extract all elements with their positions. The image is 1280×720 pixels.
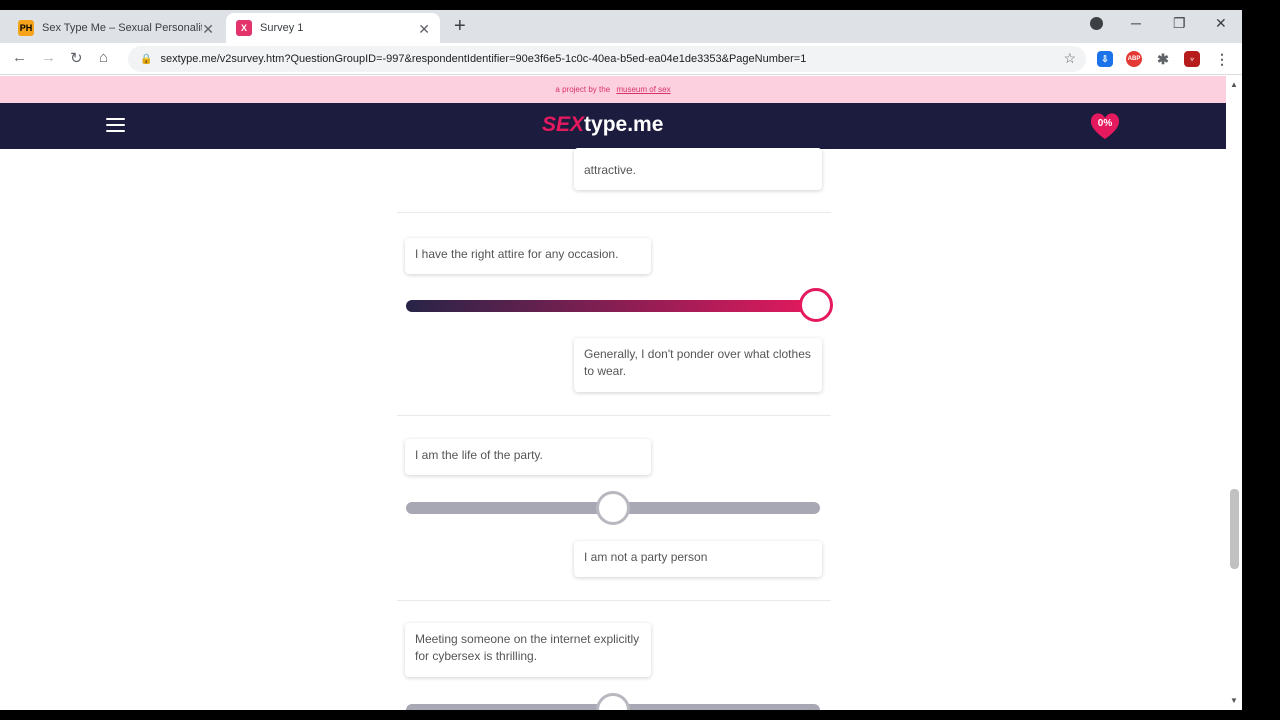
scroll-down-icon[interactable]: ▼ [1230,696,1238,705]
statement-text: I am the life of the party. [415,448,543,462]
new-tab-icon[interactable]: + [454,15,466,38]
minimize-icon[interactable]: ─ [1131,15,1141,31]
sextype-favicon-icon: X [236,20,252,36]
page-scrollbar[interactable]: ▲ ▼ [1227,76,1242,710]
url-text: sextype.me/v2survey.htm?QuestionGroupID=… [160,53,807,65]
home-icon[interactable]: ⌂ [99,49,108,66]
question-divider [397,415,831,416]
menu-kebab-icon[interactable]: ⋮ [1214,51,1230,67]
slider-knob[interactable] [596,693,630,710]
extension-avatar-icon[interactable]: ♆ [1184,51,1200,67]
tab-strip: PH Sex Type Me – Sexual Personality ✕ X … [0,10,1242,43]
question-divider [397,212,831,213]
site-logo[interactable]: SEXtype.me [542,113,663,137]
profile-icon[interactable] [1090,17,1103,30]
site-navbar: SEXtype.me 0% [0,103,1226,149]
bookmark-star-icon[interactable]: ☆ [1063,50,1076,67]
scroll-thumb[interactable] [1230,489,1239,569]
museum-of-sex-link[interactable]: museum of sex [616,85,670,94]
statement-bubble-left: Meeting someone on the internet explicit… [405,623,651,677]
web-page: a project by the museum of sex SEXtype.m… [0,76,1242,710]
project-banner: a project by the museum of sex [0,76,1226,103]
tab-survey[interactable]: X Survey 1 ✕ [226,13,440,43]
tab-label: Survey 1 [260,22,304,34]
hamburger-menu-icon[interactable] [106,118,125,134]
answer-text: Generally, I don't ponder over what clot… [584,347,811,378]
progress-heart: 0% [1088,111,1122,141]
browser-toolbar: ← → ↻ ⌂ 🔒 sextype.me/v2survey.htm?Questi… [0,43,1242,75]
answer-slider[interactable] [406,300,820,312]
statement-bubble-left: I have the right attire for any occasion… [405,238,651,274]
pornhub-favicon-icon: PH [18,20,34,36]
question-divider [397,600,831,601]
logo-rest: type.me [584,113,664,136]
adblock-extension-icon[interactable]: ABP [1126,51,1142,67]
download-extension-icon[interactable]: ⇩ [1097,51,1113,67]
forward-icon[interactable]: → [41,49,56,66]
close-icon[interactable]: ✕ [418,21,430,38]
answer-bubble-right: Generally, I don't ponder over what clot… [574,338,822,392]
reload-icon[interactable]: ↻ [70,49,83,67]
statement-bubble-left: I am the life of the party. [405,439,651,475]
slider-knob[interactable] [799,288,833,322]
close-window-icon[interactable]: ✕ [1215,15,1227,32]
lock-icon: 🔒 [140,53,153,65]
project-prefix: a project by the [555,85,611,94]
statement-text: Meeting someone on the internet explicit… [415,632,640,663]
restore-icon[interactable]: ❐ [1173,15,1186,32]
answer-text: attractive. [584,163,637,177]
slider-knob[interactable] [596,491,630,525]
answer-text: I am not a party person [584,550,708,564]
statement-text: I have the right attire for any occasion… [415,247,619,261]
logo-sex: SEX [542,113,585,136]
answer-bubble-right: I am not a party person [574,541,822,577]
scroll-up-icon[interactable]: ▲ [1230,80,1238,89]
address-bar[interactable]: 🔒 sextype.me/v2survey.htm?QuestionGroupI… [128,46,1086,72]
tab-label: Sex Type Me – Sexual Personality [42,22,202,34]
progress-value: 0% [1097,118,1113,129]
tab-sex-type-me[interactable]: PH Sex Type Me – Sexual Personality ✕ [10,13,224,43]
puzzle-extensions-icon[interactable]: ✱ [1155,51,1171,67]
close-icon[interactable]: ✕ [202,21,214,38]
back-icon[interactable]: ← [12,49,27,66]
browser-window: PH Sex Type Me – Sexual Personality ✕ X … [0,10,1242,710]
answer-bubble-right: attractive. [574,148,822,190]
